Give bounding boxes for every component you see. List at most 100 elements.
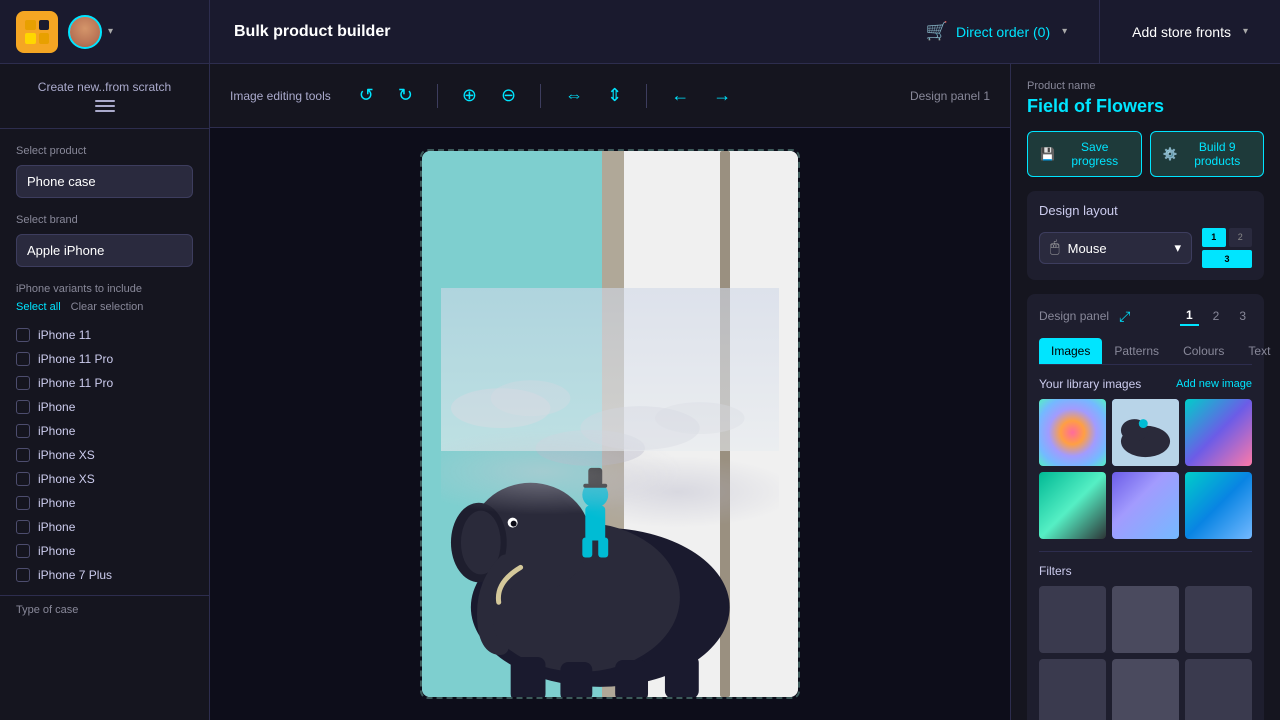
save-progress-button[interactable]: 💾 Save progress <box>1027 131 1142 177</box>
clear-selection-link[interactable]: Clear selection <box>71 301 144 313</box>
avatar-dropdown-icon[interactable]: ▾ <box>108 26 113 37</box>
list-item[interactable]: iPhone 11 Pro <box>16 371 193 395</box>
panel-num-2[interactable]: 2 <box>1207 307 1226 325</box>
variant-checkbox-9[interactable] <box>16 520 30 534</box>
design-tabs: Images Patterns Colours Text <box>1039 338 1252 365</box>
library-image-5[interactable] <box>1112 472 1179 539</box>
layout-cell-2[interactable]: 2 <box>1229 228 1253 247</box>
variant-checkbox-5[interactable] <box>16 424 30 438</box>
undo-button[interactable]: ↺ <box>355 81 378 110</box>
list-item[interactable]: iPhone 11 <box>16 323 193 347</box>
flip-horizontal-button[interactable]: ⇔ <box>561 81 587 110</box>
filter-thumb-6[interactable] <box>1185 659 1252 720</box>
zoom-in-button[interactable]: ⊕ <box>458 81 481 110</box>
tab-text[interactable]: Text <box>1236 338 1280 364</box>
menu-lines <box>16 100 193 112</box>
rotate-right-button[interactable]: → <box>709 81 735 110</box>
brand-select[interactable]: Apple iPhone <box>16 234 193 267</box>
build-products-button[interactable]: ⚙️ Build 9 products <box>1150 131 1265 177</box>
library-image-2[interactable] <box>1112 399 1179 466</box>
variant-checkbox-3[interactable] <box>16 376 30 390</box>
product-name-value: Field of Flowers <box>1027 96 1264 117</box>
tab-colours[interactable]: Colours <box>1171 338 1236 364</box>
select-brand-label: Select brand <box>16 214 193 226</box>
filter-thumb-2[interactable] <box>1112 586 1179 653</box>
variant-checkbox-7[interactable] <box>16 472 30 486</box>
variant-checkbox-10[interactable] <box>16 544 30 558</box>
list-item[interactable]: iPhone <box>16 395 193 419</box>
canvas-container <box>210 128 1010 720</box>
list-item[interactable]: iPhone <box>16 491 193 515</box>
library-image-4[interactable] <box>1039 472 1106 539</box>
list-item[interactable]: iPhone 7 Plus <box>16 563 193 587</box>
variant-checkbox-8[interactable] <box>16 496 30 510</box>
add-store-dropdown-icon: ▾ <box>1243 26 1248 37</box>
select-brand-section: Select brand Apple iPhone <box>0 214 209 283</box>
library-image-3[interactable] <box>1185 399 1252 466</box>
layout-row: 🖱 Mouse ▾ 1 2 3 <box>1039 228 1252 268</box>
variant-checkbox-2[interactable] <box>16 352 30 366</box>
variant-name-11: iPhone 7 Plus <box>38 568 112 582</box>
variant-name-5: iPhone <box>38 424 75 438</box>
list-item[interactable]: iPhone <box>16 515 193 539</box>
library-image-1[interactable] <box>1039 399 1106 466</box>
create-new-label: Create new..from scratch <box>16 80 193 94</box>
library-header: Your library images Add new image <box>1039 377 1252 391</box>
layout-mouse-label: Mouse <box>1068 241 1167 256</box>
list-item[interactable]: iPhone 11 Pro <box>16 347 193 371</box>
rotate-left-button[interactable]: ← <box>667 81 693 110</box>
variant-checkbox-6[interactable] <box>16 448 30 462</box>
layout-cell-1[interactable]: 1 <box>1202 228 1226 247</box>
avatar-face <box>70 15 100 49</box>
filter-thumb-4[interactable] <box>1039 659 1106 720</box>
flip-vertical-button[interactable]: ⇕ <box>603 81 626 110</box>
variant-name-4: iPhone <box>38 400 75 414</box>
variant-checkbox-1[interactable] <box>16 328 30 342</box>
tool-separator-3 <box>646 84 647 108</box>
tab-patterns[interactable]: Patterns <box>1102 338 1171 364</box>
menu-line-3 <box>95 110 115 112</box>
image-editing-tools-label: Image editing tools <box>230 89 331 103</box>
add-new-image-link[interactable]: Add new image <box>1176 378 1252 390</box>
variant-checkbox-4[interactable] <box>16 400 30 414</box>
list-item[interactable]: iPhone XS <box>16 467 193 491</box>
header-actions: 🛒 Direct order (0) ▾ Add store fronts ▾ <box>894 0 1280 64</box>
select-all-link[interactable]: Select all <box>16 301 61 313</box>
add-store-fronts-button[interactable]: Add store fronts ▾ <box>1100 0 1280 64</box>
filter-thumb-5[interactable] <box>1112 659 1179 720</box>
expand-icon[interactable]: ⤢ <box>1119 308 1130 325</box>
zoom-out-button[interactable]: ⊖ <box>497 81 520 110</box>
filter-thumb-3[interactable] <box>1185 586 1252 653</box>
design-panel-section: Design panel ⤢ 1 2 3 Images Patterns Col… <box>1027 294 1264 720</box>
header: ▾ Bulk product builder 🛒 Direct order (0… <box>0 0 1280 64</box>
variant-checkbox-11[interactable] <box>16 568 30 582</box>
avatar-area[interactable]: ▾ <box>68 15 113 49</box>
layout-cell-3[interactable]: 3 <box>1202 250 1252 269</box>
menu-line-1 <box>95 100 115 102</box>
save-icon: 💾 <box>1040 147 1055 161</box>
product-canvas[interactable] <box>420 149 800 699</box>
design-layout-header: Design layout <box>1039 203 1252 218</box>
filters-grid <box>1039 586 1252 720</box>
library-title: Your library images <box>1039 377 1141 391</box>
filter-thumb-1[interactable] <box>1039 586 1106 653</box>
redo-button[interactable]: ↻ <box>394 81 417 110</box>
mockup-wrapper <box>420 149 800 699</box>
avatar <box>68 15 102 49</box>
product-name-section: Product name Field of Flowers <box>1027 80 1264 117</box>
product-name-label: Product name <box>1027 80 1264 92</box>
design-layout-section: Design layout 🖱 Mouse ▾ 1 2 3 <box>1027 191 1264 280</box>
list-item[interactable]: iPhone <box>16 419 193 443</box>
list-item[interactable]: iPhone <box>16 539 193 563</box>
select-product-section: Select product Phone case <box>0 129 209 214</box>
create-new-area: Create new..from scratch <box>0 64 209 129</box>
layout-dropdown[interactable]: 🖱 Mouse ▾ <box>1039 232 1192 264</box>
list-item[interactable]: iPhone XS <box>16 443 193 467</box>
direct-order-button[interactable]: 🛒 Direct order (0) ▾ <box>894 0 1101 64</box>
tab-images[interactable]: Images <box>1039 338 1102 364</box>
product-select[interactable]: Phone case <box>16 165 193 198</box>
library-image-6[interactable] <box>1185 472 1252 539</box>
phone-case-mockup <box>422 151 798 697</box>
panel-num-1[interactable]: 1 <box>1180 306 1199 326</box>
panel-num-3[interactable]: 3 <box>1233 307 1252 325</box>
